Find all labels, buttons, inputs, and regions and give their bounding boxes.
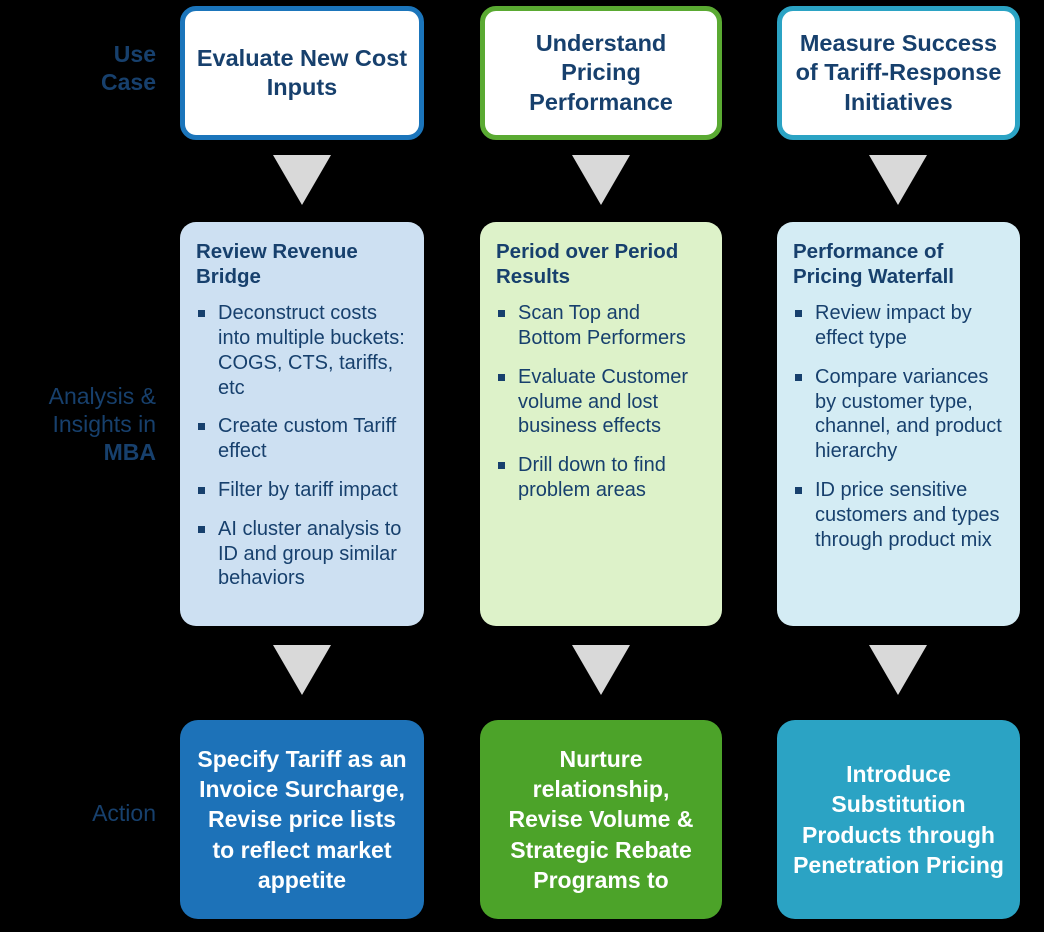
square-bullet-icon bbox=[198, 525, 205, 533]
analysis-box-1-bullet-list: Deconstruct costs into multiple buckets:… bbox=[196, 301, 408, 591]
square-bullet-icon bbox=[498, 462, 505, 470]
analysis-box-2[interactable]: Period over Period Results Scan Top and … bbox=[480, 222, 722, 626]
row-label-analysis-bold: MBA bbox=[103, 439, 156, 466]
row-label-action: Action bbox=[0, 799, 156, 827]
analysis-box-1[interactable]: Review Revenue Bridge Deconstruct costs … bbox=[180, 222, 424, 626]
list-item-text: Scan Top and Bottom Performers bbox=[518, 302, 686, 349]
row-label-analysis-line1: Analysis & bbox=[48, 383, 156, 409]
action-box-2-label: Nurture relationship, Revise Volume & St… bbox=[508, 745, 694, 894]
use-case-box-2[interactable]: Understand Pricing Performance bbox=[480, 6, 722, 140]
row-label-analysis: Analysis & Insights in MBA bbox=[0, 382, 156, 466]
action-box-3-label: Introduce Substitution Products through … bbox=[793, 760, 1004, 878]
analysis-box-3-bullet-list: Review impact by effect type Compare var… bbox=[793, 301, 1004, 552]
list-item: Create custom Tariff effect bbox=[196, 414, 408, 464]
use-case-box-3-label: Measure Success of Tariff-Response Initi… bbox=[795, 30, 1002, 115]
row-label-analysis-line2: Insights in bbox=[52, 411, 156, 438]
use-case-box-3[interactable]: Measure Success of Tariff-Response Initi… bbox=[777, 6, 1020, 140]
analysis-box-3-title: Performance of Pricing Waterfall bbox=[793, 240, 954, 288]
square-bullet-icon bbox=[795, 373, 802, 381]
diagram-canvas: Use Case Analysis & Insights in MBA Actio… bbox=[0, 0, 1044, 932]
list-item: Filter by tariff impact bbox=[196, 478, 408, 503]
list-item: AI cluster analysis to ID and group simi… bbox=[196, 517, 408, 591]
square-bullet-icon bbox=[198, 310, 205, 318]
arrow-down-icon-col1-top bbox=[273, 155, 331, 205]
list-item: Deconstruct costs into multiple buckets:… bbox=[196, 301, 408, 400]
list-item-text: Deconstruct costs into multiple buckets:… bbox=[218, 302, 405, 399]
arrow-down-icon-col2-bottom bbox=[572, 645, 630, 695]
use-case-box-2-label: Understand Pricing Performance bbox=[529, 30, 673, 115]
use-case-box-1[interactable]: Evaluate New Cost Inputs bbox=[180, 6, 424, 140]
list-item: Review impact by effect type bbox=[793, 301, 1004, 351]
analysis-box-1-title: Review Revenue Bridge bbox=[196, 240, 358, 288]
row-label-action-text: Action bbox=[92, 800, 156, 826]
list-item: Evaluate Customer volume and lost busine… bbox=[496, 365, 706, 439]
analysis-box-2-bullet-list: Scan Top and Bottom Performers Evaluate … bbox=[496, 301, 706, 503]
action-box-2[interactable]: Nurture relationship, Revise Volume & St… bbox=[480, 720, 722, 919]
list-item: ID price sensitive customers and types t… bbox=[793, 478, 1004, 552]
action-box-1[interactable]: Specify Tariff as an Invoice Surcharge, … bbox=[180, 720, 424, 919]
square-bullet-icon bbox=[795, 310, 802, 318]
list-item: Compare variances by customer type, chan… bbox=[793, 365, 1004, 464]
square-bullet-icon bbox=[498, 310, 505, 318]
list-item-text: Filter by tariff impact bbox=[218, 478, 398, 501]
list-item-text: ID price sensitive customers and types t… bbox=[815, 478, 1000, 551]
list-item: Drill down to find problem areas bbox=[496, 453, 706, 503]
row-label-use-case: Use Case bbox=[0, 40, 156, 96]
arrow-down-icon-col3-top bbox=[869, 155, 927, 205]
analysis-box-3[interactable]: Performance of Pricing Waterfall Review … bbox=[777, 222, 1020, 626]
square-bullet-icon bbox=[795, 486, 802, 494]
list-item-text: AI cluster analysis to ID and group simi… bbox=[218, 517, 402, 590]
use-case-box-1-label: Evaluate New Cost Inputs bbox=[196, 44, 408, 100]
square-bullet-icon bbox=[198, 486, 205, 494]
action-box-3[interactable]: Introduce Substitution Products through … bbox=[777, 720, 1020, 919]
row-label-use-case-line2: Case bbox=[101, 69, 156, 96]
list-item: Scan Top and Bottom Performers bbox=[496, 301, 706, 351]
arrow-down-icon-col2-top bbox=[572, 155, 630, 205]
list-item-text: Compare variances by customer type, chan… bbox=[815, 365, 1002, 463]
arrow-down-icon-col3-bottom bbox=[869, 645, 927, 695]
arrow-down-icon-col1-bottom bbox=[273, 645, 331, 695]
row-label-use-case-line1: Use bbox=[113, 41, 156, 67]
list-item-text: Evaluate Customer volume and lost busine… bbox=[518, 365, 689, 438]
list-item-text: Review impact by effect type bbox=[815, 302, 972, 349]
square-bullet-icon bbox=[498, 373, 505, 381]
analysis-box-2-title: Period over Period Results bbox=[496, 240, 679, 288]
action-box-1-label: Specify Tariff as an Invoice Surcharge, … bbox=[197, 745, 407, 894]
square-bullet-icon bbox=[198, 423, 205, 431]
list-item-text: Drill down to find problem areas bbox=[518, 454, 666, 501]
list-item-text: Create custom Tariff effect bbox=[218, 415, 397, 463]
